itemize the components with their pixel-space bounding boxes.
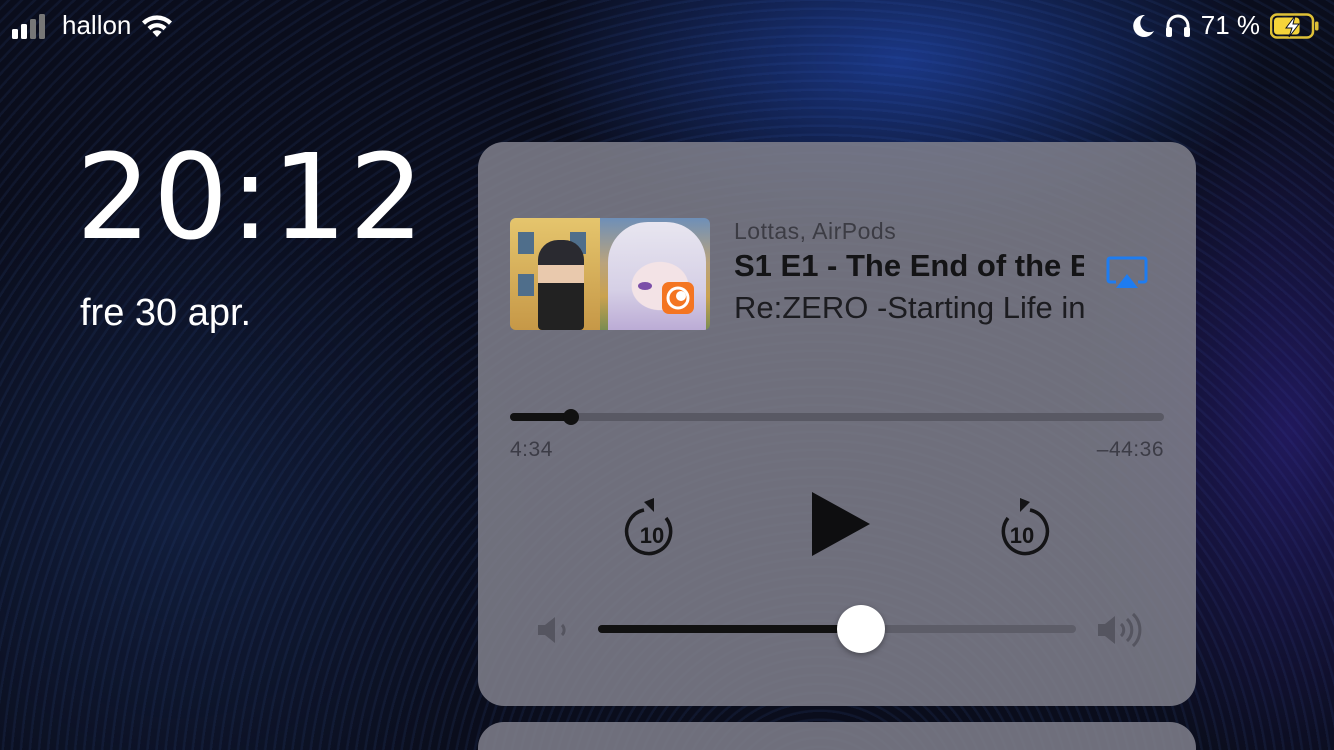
lockscreen-time: 20:12: [76, 128, 427, 266]
lockscreen-date: fre 30 apr.: [80, 292, 252, 334]
elapsed-time: 4:34: [510, 438, 553, 461]
now-playing-widget[interactable]: Lottas, AirPods S1 E1 - The End of the B…: [478, 142, 1196, 706]
play-button[interactable]: [808, 488, 872, 560]
volume-low-icon: [538, 617, 566, 643]
remaining-time: –44:36: [1096, 438, 1164, 461]
volume-slider-handle[interactable]: [836, 605, 885, 653]
album-artwork[interactable]: [510, 218, 710, 330]
carrier-name: hallon: [62, 10, 132, 40]
skip-forward-10-icon[interactable]: 10: [994, 494, 1050, 556]
playback-scrubber[interactable]: [510, 409, 1164, 425]
skip-back-10-icon[interactable]: 10: [624, 494, 680, 556]
headphones-icon: [1165, 14, 1190, 37]
playback-progress-fill: [510, 413, 571, 421]
volume-high-icon: [1098, 612, 1142, 648]
wifi-icon: [142, 14, 173, 37]
skip-back-seconds: 10: [640, 523, 664, 548]
output-devices-label: Lottas, AirPods: [734, 218, 897, 244]
cellular-signal-icon: [12, 13, 45, 39]
playback-scrubber-handle[interactable]: [562, 409, 579, 425]
skip-forward-seconds: 10: [1010, 523, 1034, 548]
next-notification-card[interactable]: [478, 722, 1196, 750]
do-not-disturb-moon-icon: [1132, 14, 1154, 37]
battery-charging-icon: [1270, 12, 1319, 39]
track-subtitle: Re:ZERO -Starting Life in Another World-: [734, 290, 1084, 325]
track-title: S1 E1 - The End of the Beginning and the…: [734, 248, 1084, 283]
crunchyroll-icon: [662, 282, 694, 314]
battery-percentage: 71 %: [1200, 10, 1260, 40]
airplay-icon[interactable]: [1106, 254, 1148, 294]
volume-fill: [598, 625, 861, 633]
volume-slider[interactable]: [598, 605, 1076, 653]
status-bar: hallon 71 %: [0, 0, 1334, 50]
